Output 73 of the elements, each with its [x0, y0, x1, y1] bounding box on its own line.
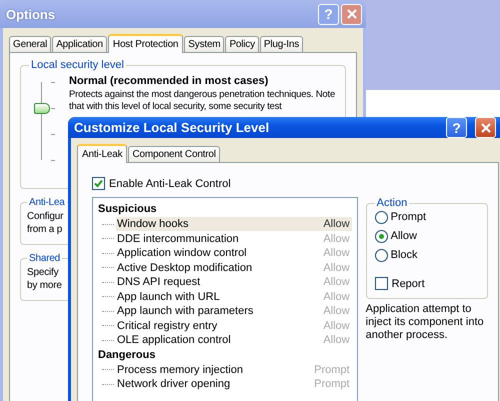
group-title: Local security level: [30, 59, 125, 71]
rule-action: Allow: [323, 246, 350, 260]
group-text: by more: [27, 279, 62, 292]
radio-button[interactable]: [374, 249, 388, 262]
tree-item[interactable]: DNS API request Allow: [116, 275, 352, 290]
rule-name: Window hooks: [117, 217, 189, 232]
rule-name: DNS API request: [117, 275, 200, 290]
tab[interactable]: Anti-Leak: [77, 144, 128, 163]
tab[interactable]: Application: [52, 36, 107, 52]
close-button[interactable]: [341, 4, 362, 24]
tab[interactable]: System: [184, 36, 224, 52]
tab[interactable]: Host Protection: [108, 34, 184, 53]
tree-item[interactable]: App launch with URL Allow: [116, 290, 352, 304]
tab[interactable]: Plug-Ins: [260, 36, 304, 52]
radio-label: Allow: [390, 230, 417, 243]
close-icon: [480, 122, 490, 132]
rule-action: Allow: [323, 290, 350, 304]
rule-action: Allow: [323, 333, 350, 348]
rule-name: DDE intercommunication: [117, 232, 239, 246]
rule-action: Prompt: [314, 362, 350, 377]
tree-item[interactable]: OLE application control Allow: [116, 333, 352, 348]
group-title: Shared: [28, 253, 62, 264]
level-heading: Normal (recommended in most cases): [69, 75, 270, 87]
rule-name: App launch with parameters: [117, 304, 254, 318]
tree-item[interactable]: App launch with parameters Allow: [116, 304, 352, 318]
slider-thumb[interactable]: [34, 102, 50, 114]
rule-action: Allow: [323, 217, 350, 232]
tree-item[interactable]: DDE intercommunication Allow: [116, 232, 352, 246]
check-icon: [94, 179, 103, 188]
tab[interactable]: General: [9, 36, 52, 52]
rule-name: Process memory injection: [117, 362, 243, 377]
action-description: Application attempt to inject its component into another process.: [366, 303, 485, 342]
help-button[interactable]: ?: [446, 117, 467, 138]
rule-action: Allow: [323, 304, 350, 318]
group-text: Specify: [27, 266, 58, 279]
close-button[interactable]: [475, 117, 496, 138]
window-title: Options: [6, 6, 56, 22]
close-icon: [346, 9, 356, 19]
tree-item[interactable]: Application window control Allow: [116, 246, 352, 260]
checkbox-label: Enable Anti-Leak Control: [109, 178, 231, 190]
checkbox-label: Report: [392, 278, 425, 290]
rule-name: OLE application control: [117, 333, 231, 348]
rule-name: Network driver opening: [117, 377, 230, 392]
checkbox[interactable]: [92, 177, 105, 190]
rule-action: Allow: [323, 232, 350, 246]
radio-label: Prompt: [390, 211, 426, 224]
group-title: Action: [376, 197, 408, 209]
radio-button[interactable]: [374, 211, 388, 224]
tree-item[interactable]: Active Desktop modification Allow: [116, 260, 352, 275]
radio-button[interactable]: [374, 230, 388, 243]
window-title: Customize Local Security Level: [74, 120, 270, 135]
tree-category[interactable]: Suspicious: [98, 202, 352, 217]
group-text: Configur: [27, 210, 64, 223]
rule-action: Prompt: [314, 377, 350, 392]
checkbox[interactable]: [374, 277, 388, 290]
tree-item[interactable]: Critical registry entry Allow: [116, 318, 352, 333]
tree-item[interactable]: Window hooks Allow: [116, 217, 352, 232]
rule-name: App launch with URL: [117, 290, 220, 304]
radio-label: Block: [390, 249, 418, 262]
level-description: Protects against the most dangerous penetration techniques. Note that with this level of local security, some security test: [69, 89, 336, 113]
rule-action: Allow: [323, 318, 350, 333]
rule-action: Allow: [323, 275, 350, 290]
tree-category[interactable]: Dangerous: [98, 348, 352, 362]
group-text: from a p: [27, 223, 62, 236]
tab[interactable]: Component Control: [128, 146, 220, 162]
rule-name: Active Desktop modification: [117, 260, 252, 275]
rule-name: Critical registry entry: [117, 318, 218, 333]
tree-item[interactable]: Network driver opening Prompt: [116, 377, 352, 392]
rule-name: Application window control: [117, 246, 247, 260]
tab[interactable]: Policy: [225, 36, 259, 52]
tree-item[interactable]: Process memory injection Prompt: [116, 362, 352, 377]
group-title: Anti-Lea: [28, 197, 66, 208]
rule-action: Allow: [323, 260, 350, 275]
